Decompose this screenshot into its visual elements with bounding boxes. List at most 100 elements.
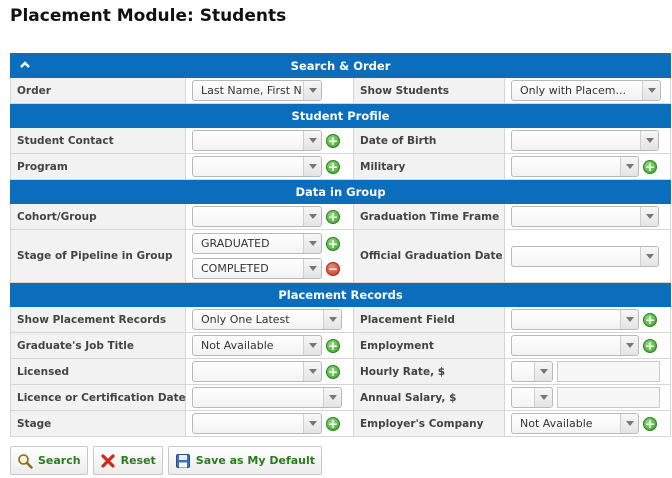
- stage-pipeline-value: COMPLETED: [201, 262, 269, 275]
- program-select[interactable]: [192, 156, 322, 177]
- add-icon[interactable]: +: [326, 416, 340, 431]
- section-data-in-group: Data in Group: [9, 179, 672, 204]
- add-icon[interactable]: +: [326, 236, 340, 251]
- show-students-label: Show Students: [353, 77, 505, 104]
- order-value: Last Name, First N...: [201, 84, 313, 97]
- chevron-down-icon: [640, 131, 658, 150]
- licence-date-row: Licence or Certification Date Annual Sal…: [10, 384, 672, 411]
- add-icon[interactable]: +: [326, 209, 340, 224]
- employer-company-value: Not Available: [520, 417, 593, 430]
- add-icon[interactable]: +: [326, 159, 340, 174]
- chevron-down-icon: [534, 388, 552, 407]
- add-icon[interactable]: +: [326, 133, 340, 148]
- cohort-label: Cohort/Group: [10, 203, 186, 230]
- chevron-down-icon: [620, 414, 638, 433]
- page-title: Placement Module: Students: [10, 6, 287, 26]
- licence-date-label: Licence or Certification Date: [10, 384, 186, 411]
- save-default-button-label: Save as My Default: [195, 454, 316, 467]
- official-grad-date-select[interactable]: [511, 245, 659, 267]
- date-of-birth-select[interactable]: [511, 130, 659, 151]
- chevron-down-icon: [323, 310, 341, 329]
- program-row: Program + Military +: [10, 153, 672, 180]
- employment-label: Employment: [353, 332, 505, 359]
- stage-pipeline-select-2[interactable]: COMPLETED: [192, 258, 322, 279]
- show-records-select[interactable]: Only One Latest: [192, 309, 342, 330]
- remove-icon[interactable]: −: [326, 261, 340, 276]
- placement-field-label: Placement Field: [353, 306, 505, 333]
- military-select[interactable]: [511, 156, 639, 177]
- floppy-disk-icon: [175, 453, 190, 468]
- section-search-order: Search & Order: [9, 53, 672, 78]
- red-x-icon: [100, 453, 115, 468]
- chevron-down-icon: [640, 246, 658, 266]
- chevron-down-icon: [303, 414, 321, 433]
- stage-row: Stage + Employer's Company Not Available…: [10, 410, 672, 437]
- official-grad-date-label: Official Graduation Date: [353, 229, 505, 283]
- order-label: Order: [10, 77, 186, 104]
- student-contact-select[interactable]: [192, 130, 322, 151]
- add-icon[interactable]: +: [643, 159, 657, 174]
- hourly-rate-operator-select[interactable]: [511, 361, 553, 382]
- placement-field-select[interactable]: [511, 309, 639, 330]
- chevron-down-icon: [303, 81, 321, 100]
- chevron-down-icon: [640, 207, 658, 226]
- reset-button-label: Reset: [120, 454, 156, 467]
- show-students-select[interactable]: Only with Placem...: [511, 80, 661, 101]
- chevron-down-icon: [620, 157, 638, 176]
- chevron-down-icon: [620, 336, 638, 355]
- chevron-down-icon: [303, 234, 321, 253]
- hourly-rate-label: Hourly Rate, $: [353, 358, 505, 385]
- licence-date-select[interactable]: [192, 387, 342, 408]
- show-records-row: Show Placement Records Only One Latest P…: [10, 306, 672, 333]
- section-title: Data in Group: [295, 184, 386, 199]
- chevron-down-icon: [323, 388, 341, 407]
- show-records-label: Show Placement Records: [10, 306, 186, 333]
- chevron-down-icon: [534, 362, 552, 381]
- chevron-up-icon[interactable]: [19, 59, 31, 71]
- cohort-select[interactable]: [192, 206, 322, 227]
- section-title: Search & Order: [290, 58, 391, 73]
- add-icon[interactable]: +: [643, 312, 657, 327]
- job-title-select[interactable]: Not Available: [192, 335, 322, 356]
- stage-pipeline-value: GRADUATED: [201, 237, 270, 250]
- job-title-row: Graduate's Job Title Not Available + Emp…: [10, 332, 672, 359]
- program-label: Program: [10, 153, 186, 180]
- employer-company-select[interactable]: Not Available: [511, 413, 639, 434]
- licensed-select[interactable]: [192, 361, 322, 382]
- section-student-profile: Student Profile: [9, 103, 672, 128]
- licensed-row: Licensed + Hourly Rate, $: [10, 358, 672, 385]
- add-icon[interactable]: +: [643, 416, 657, 431]
- form-actions: Search Reset Save as My Default: [10, 446, 323, 475]
- search-button-label: Search: [38, 454, 81, 467]
- chevron-down-icon: [303, 157, 321, 176]
- stage-select[interactable]: [192, 413, 322, 434]
- annual-salary-operator-select[interactable]: [511, 387, 553, 408]
- chevron-down-icon: [642, 81, 660, 100]
- employment-select[interactable]: [511, 335, 639, 356]
- show-students-value: Only with Placem...: [520, 84, 626, 97]
- add-icon[interactable]: +: [326, 338, 340, 353]
- magnifier-icon: [18, 453, 33, 469]
- grad-time-frame-select[interactable]: [511, 206, 659, 227]
- add-icon[interactable]: +: [326, 364, 340, 379]
- cohort-row: Cohort/Group + Graduation Time Frame: [10, 203, 672, 230]
- show-records-value: Only One Latest: [201, 313, 290, 326]
- chevron-down-icon: [303, 259, 321, 278]
- chevron-down-icon: [303, 131, 321, 150]
- annual-salary-label: Annual Salary, $: [353, 384, 505, 411]
- stage-pipeline-select-1[interactable]: GRADUATED: [192, 233, 322, 254]
- save-default-button[interactable]: Save as My Default: [167, 446, 323, 475]
- order-select[interactable]: Last Name, First N...: [192, 80, 322, 101]
- employer-company-label: Employer's Company: [353, 410, 505, 437]
- add-icon[interactable]: +: [643, 338, 657, 353]
- date-of-birth-label: Date of Birth: [353, 127, 505, 154]
- licensed-label: Licensed: [10, 358, 186, 385]
- hourly-rate-input[interactable]: [557, 361, 660, 382]
- grad-time-frame-label: Graduation Time Frame: [353, 203, 505, 230]
- section-placement-records: Placement Records: [9, 282, 672, 307]
- job-title-value: Not Available: [201, 339, 274, 352]
- search-button[interactable]: Search: [10, 446, 88, 475]
- stage-label: Stage: [10, 410, 186, 437]
- reset-button[interactable]: Reset: [92, 446, 163, 475]
- annual-salary-input[interactable]: [557, 387, 660, 408]
